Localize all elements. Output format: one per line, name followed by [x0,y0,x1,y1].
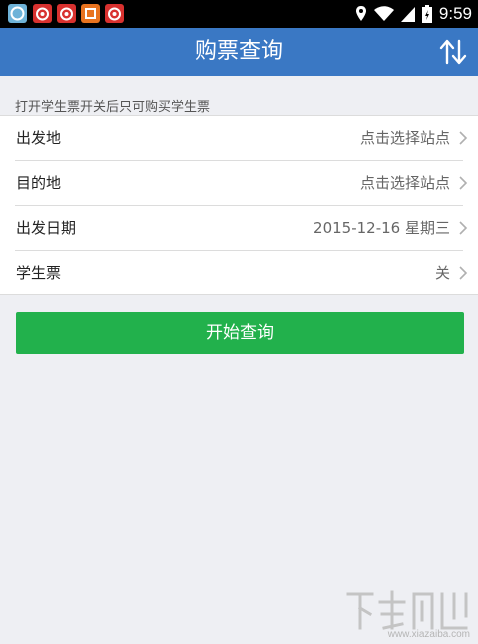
departure-label: 出发地 [16,129,62,147]
location-icon [355,6,366,21]
signal-icon [400,7,415,22]
date-row[interactable]: 出发日期 2015-12-16 星期三 [0,206,478,251]
ticket-form: 出发地 点击选择站点 目的地 点击选择站点 出发日期 2015-12-16 星期… [0,115,478,295]
student-ticket-hint: 打开学生票开关后只可购买学生票 [15,100,211,115]
chevron-right-icon [459,266,468,280]
destination-value: 点击选择站点 [359,174,450,192]
destination-label: 目的地 [16,174,62,192]
watermark-url: www.xiazaiba.com [387,629,470,640]
swap-vertical-icon [439,39,467,65]
destination-row[interactable]: 目的地 点击选择站点 [0,161,478,206]
battery-icon [421,5,432,23]
date-label: 出发日期 [16,219,77,237]
student-ticket-label: 学生票 [16,264,62,282]
departure-row[interactable]: 出发地 点击选择站点 [0,116,478,161]
student-ticket-value: 关 [434,264,450,282]
app-icon-1 [8,4,27,23]
app-header: 购票查询 [0,28,478,76]
app-icon-4 [81,4,100,23]
swap-button[interactable] [438,38,468,66]
wifi-icon [373,6,394,21]
status-bar: 9:59 [0,0,478,28]
chevron-right-icon [459,131,468,145]
app-icon-3 [57,4,76,23]
date-value: 2015-12-16 星期三 [313,219,450,237]
app-icon-5 [105,4,124,23]
student-ticket-row[interactable]: 学生票 关 [0,251,478,296]
chevron-right-icon [459,221,468,235]
departure-value: 点击选择站点 [359,129,450,147]
clock-time: 9:59 [438,4,472,23]
page-title: 购票查询 [194,39,283,64]
app-icon-2 [33,4,52,23]
start-search-button[interactable]: 开始查询 [16,312,464,354]
chevron-right-icon [459,176,468,190]
